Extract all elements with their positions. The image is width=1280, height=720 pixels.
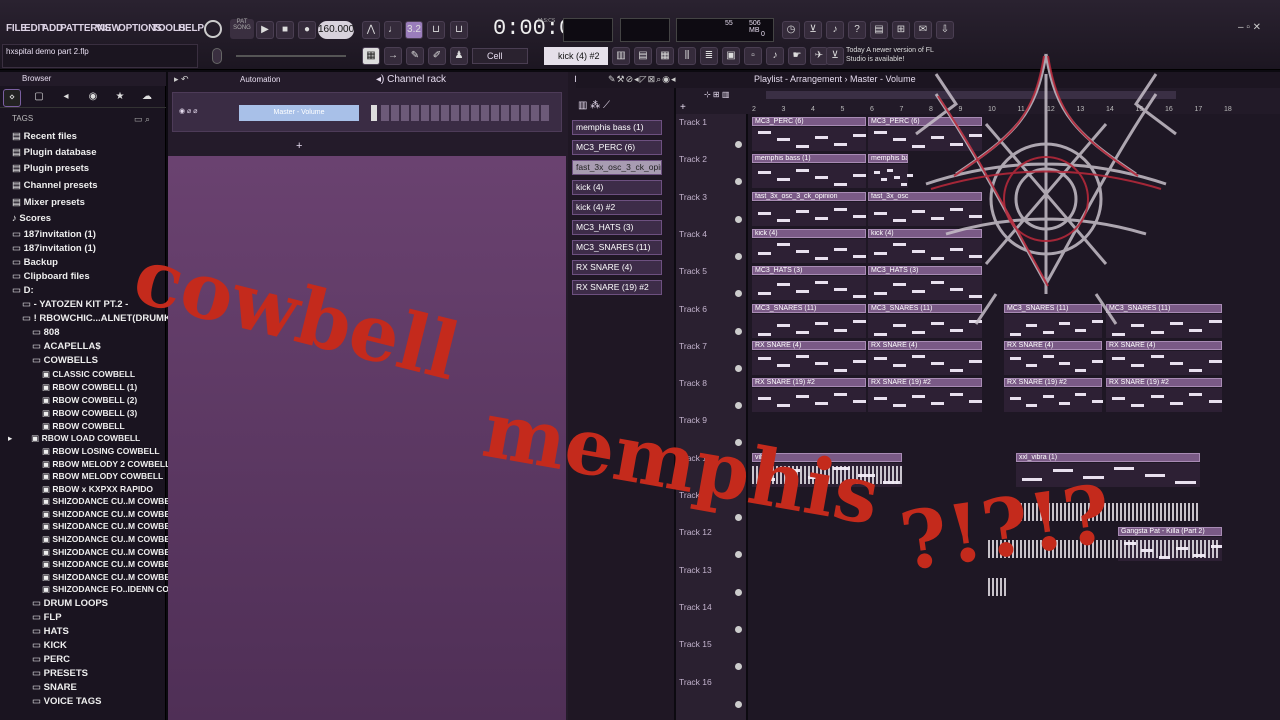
overlay-cowbell: cowbell [125,230,467,398]
overlay-memphis: memphis [477,384,886,543]
overlay-text: cowbell memphis ?!?!? [125,230,1117,589]
overlay-question-marks: ?!?!? [895,466,1117,588]
